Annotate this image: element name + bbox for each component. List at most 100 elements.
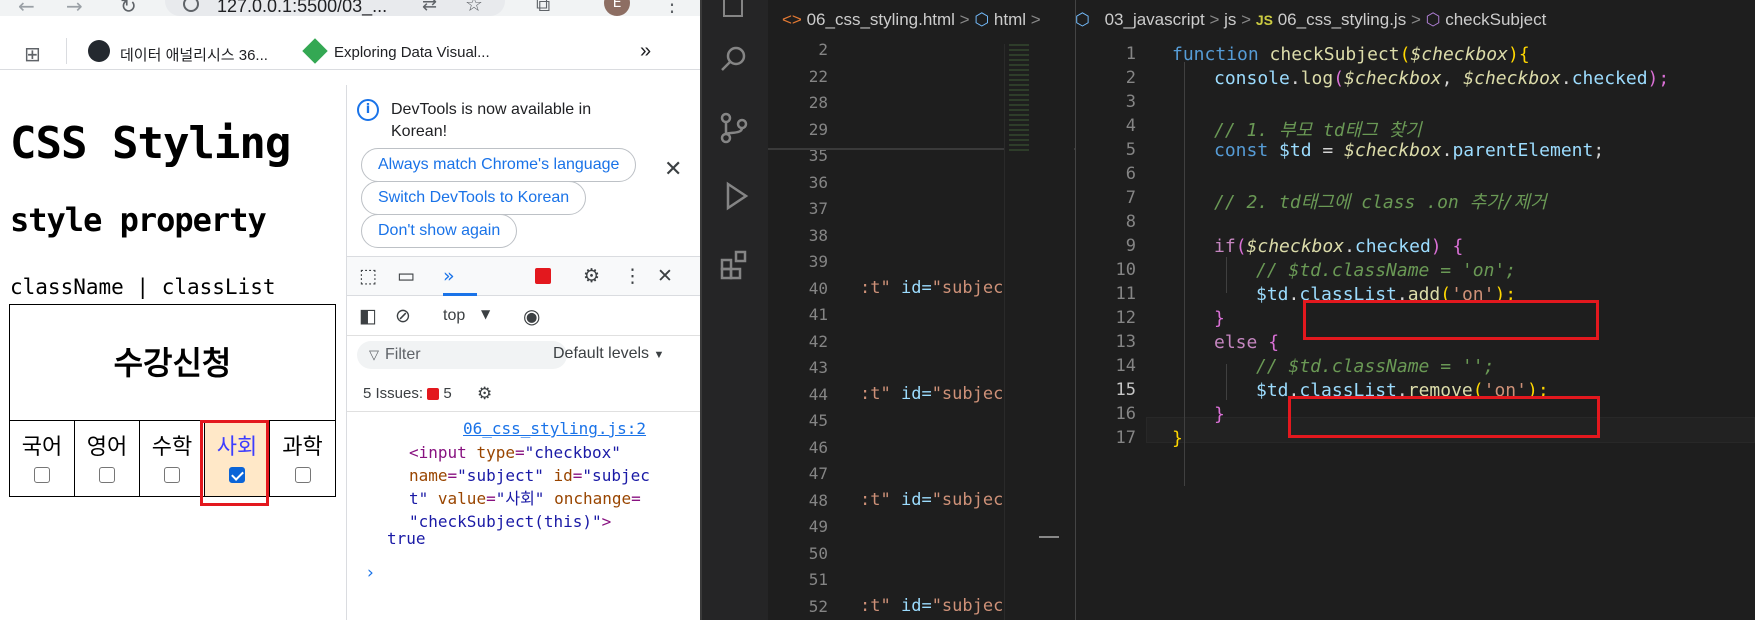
kebab-menu-icon[interactable]: ⋮ (623, 265, 642, 287)
line-number: 10 (1115, 260, 1136, 280)
line-number: 2 (818, 40, 828, 59)
minimap[interactable] (1004, 44, 1074, 620)
function-symbol-icon: ⬡ (1425, 10, 1441, 29)
token-punct: { (1257, 332, 1280, 353)
token-var: $td (1279, 140, 1312, 161)
code-line-10-comment: // $td.className = 'on'; (1256, 260, 1517, 281)
always-match-language-button[interactable]: Always match Chrome's language (361, 148, 637, 182)
filter-placeholder: Filter (385, 346, 421, 363)
minimap-code (1009, 44, 1029, 154)
issues-settings-icon[interactable]: ⚙ (477, 384, 492, 404)
console-filter-input[interactable]: ▽ Filter (357, 341, 567, 369)
line-number: 1 (1125, 44, 1136, 64)
breadcrumb-js: ⬡ 03_javascript > js > JS 06_css_styling… (1075, 10, 1546, 44)
line-number: 48 (808, 490, 828, 510)
console-log-element[interactable]: <input type="checkbox" name="subject" id… (409, 441, 695, 533)
subject-cell-korean: 국어 (10, 421, 75, 496)
line-number: 12 (1115, 308, 1136, 328)
breadcrumb-file[interactable]: 06_css_styling.js (1278, 10, 1407, 29)
devtools-language-message: DevTools is now available in Korean! (391, 101, 592, 140)
subject-checkbox[interactable] (34, 467, 50, 483)
line-number: 2 (1125, 68, 1136, 88)
html-editor-pane[interactable]: 2222829353637383940:t" id="subject" alu4… (768, 40, 1075, 620)
line-number: 45 (808, 411, 828, 430)
issues-summary[interactable]: 5 Issues: 5 (363, 385, 452, 402)
breadcrumb-folder[interactable]: 03_javascript (1105, 10, 1205, 29)
extensions-icon[interactable] (716, 246, 752, 282)
table-caption: 수강신청 (10, 305, 335, 421)
more-menu-icon[interactable]: ⋮ (662, 0, 682, 16)
browser-window: ← → ↻ 127.0.0.1:5500/03_... ⇄ ☆ ⧉ E ⋮ ⊞ … (0, 0, 701, 620)
token-keyword: function (1172, 44, 1259, 65)
address-bar[interactable]: 127.0.0.1:5500/03_... ⇄ ☆ (165, 0, 505, 16)
indent-guide (1184, 62, 1185, 486)
js-editor-pane[interactable]: 1 2 3 4 5 6 7 8 9 10 11 12 13 14 15 16 17 function check… (1076, 44, 1755, 620)
code-line-13: else { (1214, 332, 1279, 353)
subject-checkbox[interactable] (294, 467, 311, 483)
breadcrumb-symbol[interactable]: checkSubject (1445, 10, 1546, 29)
token-param: $checkbox (1344, 68, 1442, 89)
more-panels-icon[interactable]: » (443, 265, 455, 287)
subject-label: 수학 (151, 435, 193, 460)
run-debug-icon[interactable] (716, 178, 752, 214)
breadcrumb-sep: > (959, 10, 970, 29)
subject-label: 국어 (21, 435, 63, 460)
line-number: 16 (1115, 404, 1136, 424)
settings-gear-icon[interactable]: ⚙ (583, 265, 600, 287)
device-toolbar-icon[interactable]: ▭ (397, 265, 415, 287)
live-expression-eye-icon[interactable]: ◉ (523, 304, 540, 328)
bookmarks-bar: ⊞ 데이터 애널리시스 36... Exploring Data Visual.… (0, 16, 700, 70)
source-control-icon[interactable] (716, 110, 752, 146)
dont-show-again-button[interactable]: Don't show again (361, 214, 518, 248)
info-icon: i (357, 99, 379, 121)
breadcrumb-subfolder[interactable]: js (1224, 10, 1236, 29)
profile-avatar[interactable]: E (604, 0, 630, 16)
console-source-link[interactable]: 06_css_styling.js:2 (463, 419, 646, 438)
line-number: 36 (808, 172, 828, 192)
breadcrumb-node[interactable]: html (994, 10, 1026, 29)
symbol-cube-icon: ⬡ (974, 10, 990, 29)
token-param: $checkbox (1344, 140, 1442, 161)
breadcrumb-html: <> 06_css_styling.html > ⬡ html > (768, 10, 1041, 44)
sidebar-toggle-icon[interactable]: ◧ (359, 305, 377, 327)
bookmark-github[interactable]: 데이터 애널리시스 36... (120, 44, 268, 65)
switch-to-korean-button[interactable]: Switch DevTools to Korean (361, 181, 587, 215)
course-registration-table: 수강신청 국어 영어 수학 사회 과학 (9, 304, 336, 497)
bookmark-exploring-data[interactable]: Exploring Data Visual... (334, 44, 490, 61)
subject-checkbox[interactable] (99, 467, 115, 483)
token-param: $checkbox (1246, 236, 1345, 257)
close-icon[interactable]: ✕ (664, 157, 682, 182)
close-devtools-icon[interactable]: ✕ (657, 265, 673, 287)
issues-error-icon (427, 388, 440, 401)
bookmark-star-icon[interactable]: ☆ (465, 0, 483, 16)
subject-label: 과학 (282, 435, 323, 460)
issues-row: 5 Issues: 5 ⚙ (347, 376, 701, 412)
site-info-icon[interactable] (183, 0, 199, 12)
line-number: 15 (1115, 380, 1136, 400)
token-param: $checkbox (1410, 44, 1508, 65)
subject-checkbox[interactable] (164, 467, 180, 483)
apps-grid-icon[interactable]: ⊞ (24, 42, 41, 66)
code-token: :t" (860, 383, 891, 404)
breadcrumb-sep: > (1241, 10, 1252, 29)
breadcrumb-file[interactable]: 06_css_styling.html (807, 10, 955, 29)
search-icon[interactable] (716, 42, 752, 78)
context-selector[interactable]: top (443, 307, 465, 325)
browser-toolbar: ← → ↻ 127.0.0.1:5500/03_... ⇄ ☆ ⧉ E ⋮ (0, 0, 700, 18)
inspect-element-icon[interactable]: ⬚ (359, 265, 377, 287)
clear-console-icon[interactable]: ⊘ (395, 305, 411, 327)
explorer-files-icon[interactable] (716, 0, 752, 22)
line-number: 4 (1125, 116, 1136, 136)
token-param: $checkbox (1463, 68, 1561, 89)
token-keyword: const (1214, 140, 1269, 161)
extensions-icon[interactable]: ⧉ (536, 0, 550, 16)
log-levels-dropdown[interactable]: Default levels ▼ (553, 345, 664, 363)
symbol-cube-icon: ⬡ (1075, 10, 1090, 29)
devtools-panel: i DevTools is now available in Korean! A… (346, 85, 701, 620)
token-prop: checked (1571, 68, 1648, 89)
token-punct: ( (1333, 68, 1345, 89)
console-prompt[interactable]: › (367, 563, 374, 583)
bookmarks-overflow-icon[interactable]: » (640, 40, 651, 63)
translate-icon[interactable]: ⇄ (422, 0, 437, 15)
